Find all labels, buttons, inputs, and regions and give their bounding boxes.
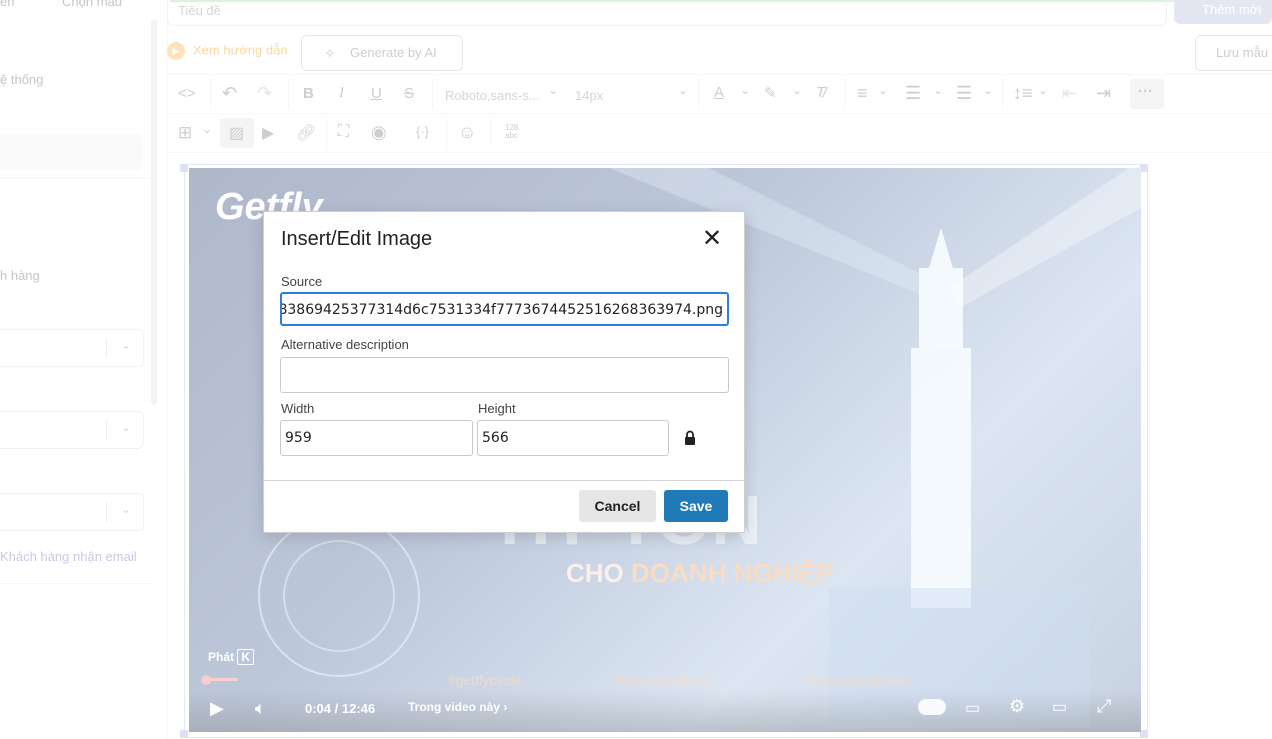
dialog-title: Insert/Edit Image <box>281 228 433 250</box>
width-label: Width <box>281 401 315 416</box>
source-input[interactable]: 783869425377314d6c7531334f77736744525162… <box>280 292 729 326</box>
width-input[interactable]: 959 <box>280 420 473 456</box>
cancel-button[interactable]: Cancel <box>579 490 656 522</box>
source-value: 783869425377314d6c7531334f77736744525162… <box>280 302 723 318</box>
dialog-footer-divider <box>264 480 744 481</box>
save-button[interactable]: Save <box>664 490 728 522</box>
lock-icon[interactable] <box>684 430 696 451</box>
height-input[interactable]: 566 <box>477 420 669 456</box>
insert-image-dialog: Insert/Edit Image ✕ Source 7838694253773… <box>263 211 745 533</box>
alt-label: Alternative description <box>281 337 409 352</box>
source-label: Source <box>281 274 323 289</box>
height-label: Height <box>478 401 516 416</box>
close-icon[interactable]: ✕ <box>702 224 722 253</box>
alt-description-input[interactable] <box>280 357 729 393</box>
